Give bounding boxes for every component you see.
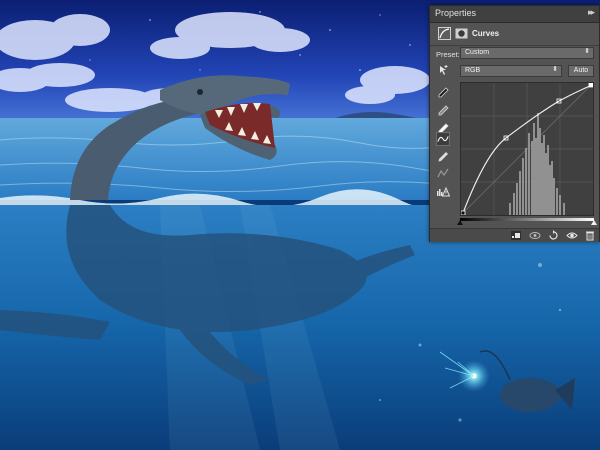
view-previous-icon[interactable] (529, 230, 541, 241)
clipping-warning-icon[interactable] (436, 184, 450, 198)
layer-mask-icon[interactable] (455, 27, 468, 40)
delete-icon[interactable] (584, 230, 596, 241)
input-gradient-bar (460, 218, 594, 221)
chevron-updown-icon: ⬍ (584, 48, 590, 55)
collapse-panel-icon[interactable]: ▸▸ (588, 7, 595, 18)
pencil-icon[interactable] (436, 150, 450, 164)
panel-footer (430, 228, 599, 242)
smooth-curve-icon[interactable] (436, 166, 450, 180)
black-point-eyedropper-icon[interactable] (436, 86, 450, 100)
panel-title: Properties (435, 8, 477, 18)
preset-label: Preset: (436, 50, 460, 59)
visibility-eye-icon[interactable] (566, 230, 578, 241)
histogram (509, 113, 565, 215)
channel-value: RGB (465, 67, 481, 74)
curves-graph-canvas (461, 83, 593, 215)
clip-to-layer-icon[interactable] (510, 230, 522, 241)
preset-value: Custom (465, 49, 490, 56)
black-input-slider[interactable] (457, 220, 463, 225)
adjustment-row: Curves (430, 23, 599, 46)
adjustment-name: Curves (472, 29, 500, 38)
auto-button[interactable]: Auto (568, 65, 594, 77)
preset-dropdown[interactable]: Custom ⬍ (460, 47, 594, 59)
white-input-slider[interactable] (591, 220, 597, 225)
curves-graph[interactable] (460, 82, 594, 216)
curve-endpoint[interactable] (588, 83, 593, 88)
reset-icon[interactable] (547, 230, 559, 241)
panel-header[interactable]: Properties ▸▸ (430, 6, 599, 23)
curve-point-tool-icon[interactable] (436, 132, 450, 146)
gray-point-eyedropper-icon[interactable] (436, 104, 450, 118)
on-image-adjust-icon[interactable] (436, 64, 450, 78)
chevron-updown-icon: ⬍ (552, 66, 558, 73)
properties-panel: Properties ▸▸ Curves Preset: Custom ⬍ RG… (429, 5, 600, 242)
curve-endpoint[interactable] (461, 210, 466, 215)
curves-adjustment-icon[interactable] (438, 27, 451, 40)
channel-dropdown[interactable]: RGB ⬍ (460, 65, 562, 77)
